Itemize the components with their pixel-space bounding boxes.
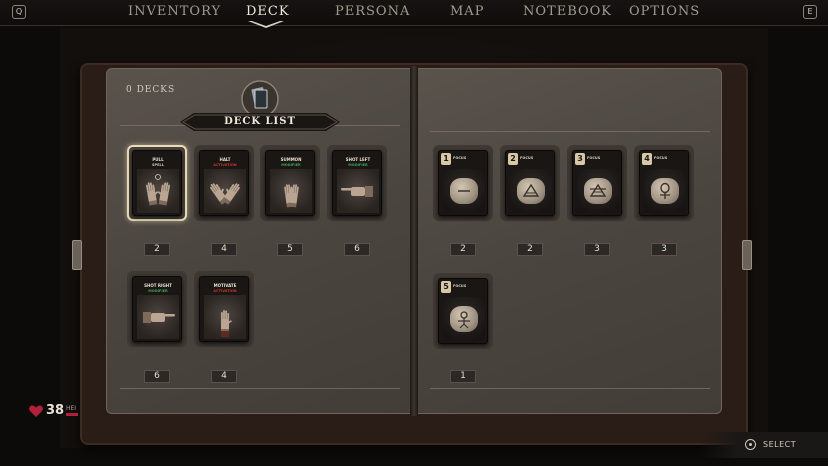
spell-card-pull[interactable]: PULL SPELL (132, 150, 182, 216)
figure-glyph-icon (450, 306, 478, 332)
glyph-tile (644, 169, 686, 213)
glyph-card-5[interactable]: 5 FOCUS (438, 278, 488, 344)
fingers-up-icon (204, 295, 246, 339)
spell-card-motivate[interactable]: MOTIVATE ACTIVATION (199, 276, 249, 342)
tab-notebook[interactable]: NOTEBOOK (523, 4, 612, 19)
heart-icon (29, 405, 43, 417)
glyph-count: 2 (450, 243, 476, 256)
glyph-number-badge: 5 (441, 281, 451, 293)
tab-persona[interactable]: PERSONA (335, 4, 410, 19)
glyph-count: 1 (450, 370, 476, 383)
glyph-number-badge: 1 (441, 153, 451, 165)
card-name: SHOT LEFT (345, 157, 371, 162)
next-tab-key[interactable]: E (803, 5, 817, 19)
card-type: MODIFIER (348, 163, 368, 167)
glyph-card-1[interactable]: 1 FOCUS (438, 150, 488, 216)
select-hint-label: SELECT (763, 440, 797, 449)
dash-glyph-icon (450, 178, 478, 204)
card-type: ACTIVATION (213, 163, 237, 167)
tab-deck[interactable]: DECK (246, 4, 290, 19)
book-spine (410, 66, 418, 416)
card-name: SHOT RIGHT (144, 283, 172, 288)
card-type: MODIFIER (148, 289, 168, 293)
right-page (415, 68, 722, 414)
glyph-number-badge: 3 (575, 153, 585, 165)
open-hands-icon (137, 169, 179, 213)
glyph-count: 3 (584, 243, 610, 256)
health-label: HEI (66, 405, 77, 412)
triangle-glyph-icon (517, 178, 545, 204)
tab-inventory[interactable]: INVENTORY (128, 4, 221, 19)
card-type: SPELL (152, 163, 164, 167)
page-divider (430, 131, 710, 132)
prev-tab-key[interactable]: Q (12, 5, 26, 19)
tab-map[interactable]: MAP (450, 4, 484, 19)
pointing-right-icon (137, 295, 179, 339)
glyph-label: FOCUS (587, 156, 601, 160)
glyph-tile (577, 169, 619, 213)
deck-count-label: 0 DECKS (126, 85, 176, 95)
card-name: HALT (219, 157, 231, 162)
card-count: 4 (211, 243, 237, 256)
card-type: ACTIVATION (213, 289, 237, 293)
crossed-triangle-glyph-icon (584, 178, 612, 204)
card-count: 4 (211, 370, 237, 383)
glyph-number-badge: 4 (642, 153, 652, 165)
glyph-card-2[interactable]: 2 FOCUS (505, 150, 555, 216)
card-name: SUMMON (280, 157, 302, 162)
glyph-tile (510, 169, 552, 213)
card-type: MODIFIER (281, 163, 301, 167)
spell-card-shot-right[interactable]: SHOT RIGHT MODIFIER (132, 276, 182, 342)
tab-options[interactable]: OPTIONS (629, 4, 700, 19)
top-nav-bar: Q INVENTORY DECK PERSONA MAP NOTEBOOK OP… (0, 0, 828, 28)
glyph-tile (443, 169, 485, 213)
glyph-count: 2 (517, 243, 543, 256)
deck-list-title: DECK LIST (224, 116, 296, 127)
book-clasp-right-icon (742, 240, 752, 270)
ankh-glyph-icon (651, 178, 679, 204)
book-clasp-left-icon (72, 240, 82, 270)
raised-hands-icon (204, 169, 246, 213)
card-name: PULL (152, 157, 164, 162)
card-name: MOTIVATE (213, 283, 237, 288)
health-bar (66, 413, 78, 416)
spell-card-shot-left[interactable]: SHOT LEFT MODIFIER (332, 150, 382, 216)
glyph-number-badge: 2 (508, 153, 518, 165)
page-divider (430, 388, 710, 389)
card-count: 6 (344, 243, 370, 256)
card-count: 5 (277, 243, 303, 256)
card-count: 6 (144, 370, 170, 383)
glyph-label: FOCUS (453, 156, 467, 160)
page-divider (120, 388, 400, 389)
pointing-left-icon (337, 169, 379, 213)
gamepad-button-icon (745, 439, 756, 450)
glyph-count: 3 (651, 243, 677, 256)
glyph-card-4[interactable]: 4 FOCUS (639, 150, 689, 216)
health-value: 38 (46, 403, 65, 418)
glyph-label: FOCUS (453, 284, 467, 288)
active-tab-indicator-icon (248, 21, 284, 28)
glyph-tile (443, 297, 485, 341)
glyph-card-3[interactable]: 3 FOCUS (572, 150, 622, 216)
glyph-label: FOCUS (654, 156, 668, 160)
card-count: 2 (144, 243, 170, 256)
spell-card-summon[interactable]: SUMMON MODIFIER (265, 150, 315, 216)
praying-hands-icon (270, 169, 312, 213)
spell-card-halt[interactable]: HALT ACTIVATION (199, 150, 249, 216)
glyph-label: FOCUS (520, 156, 534, 160)
